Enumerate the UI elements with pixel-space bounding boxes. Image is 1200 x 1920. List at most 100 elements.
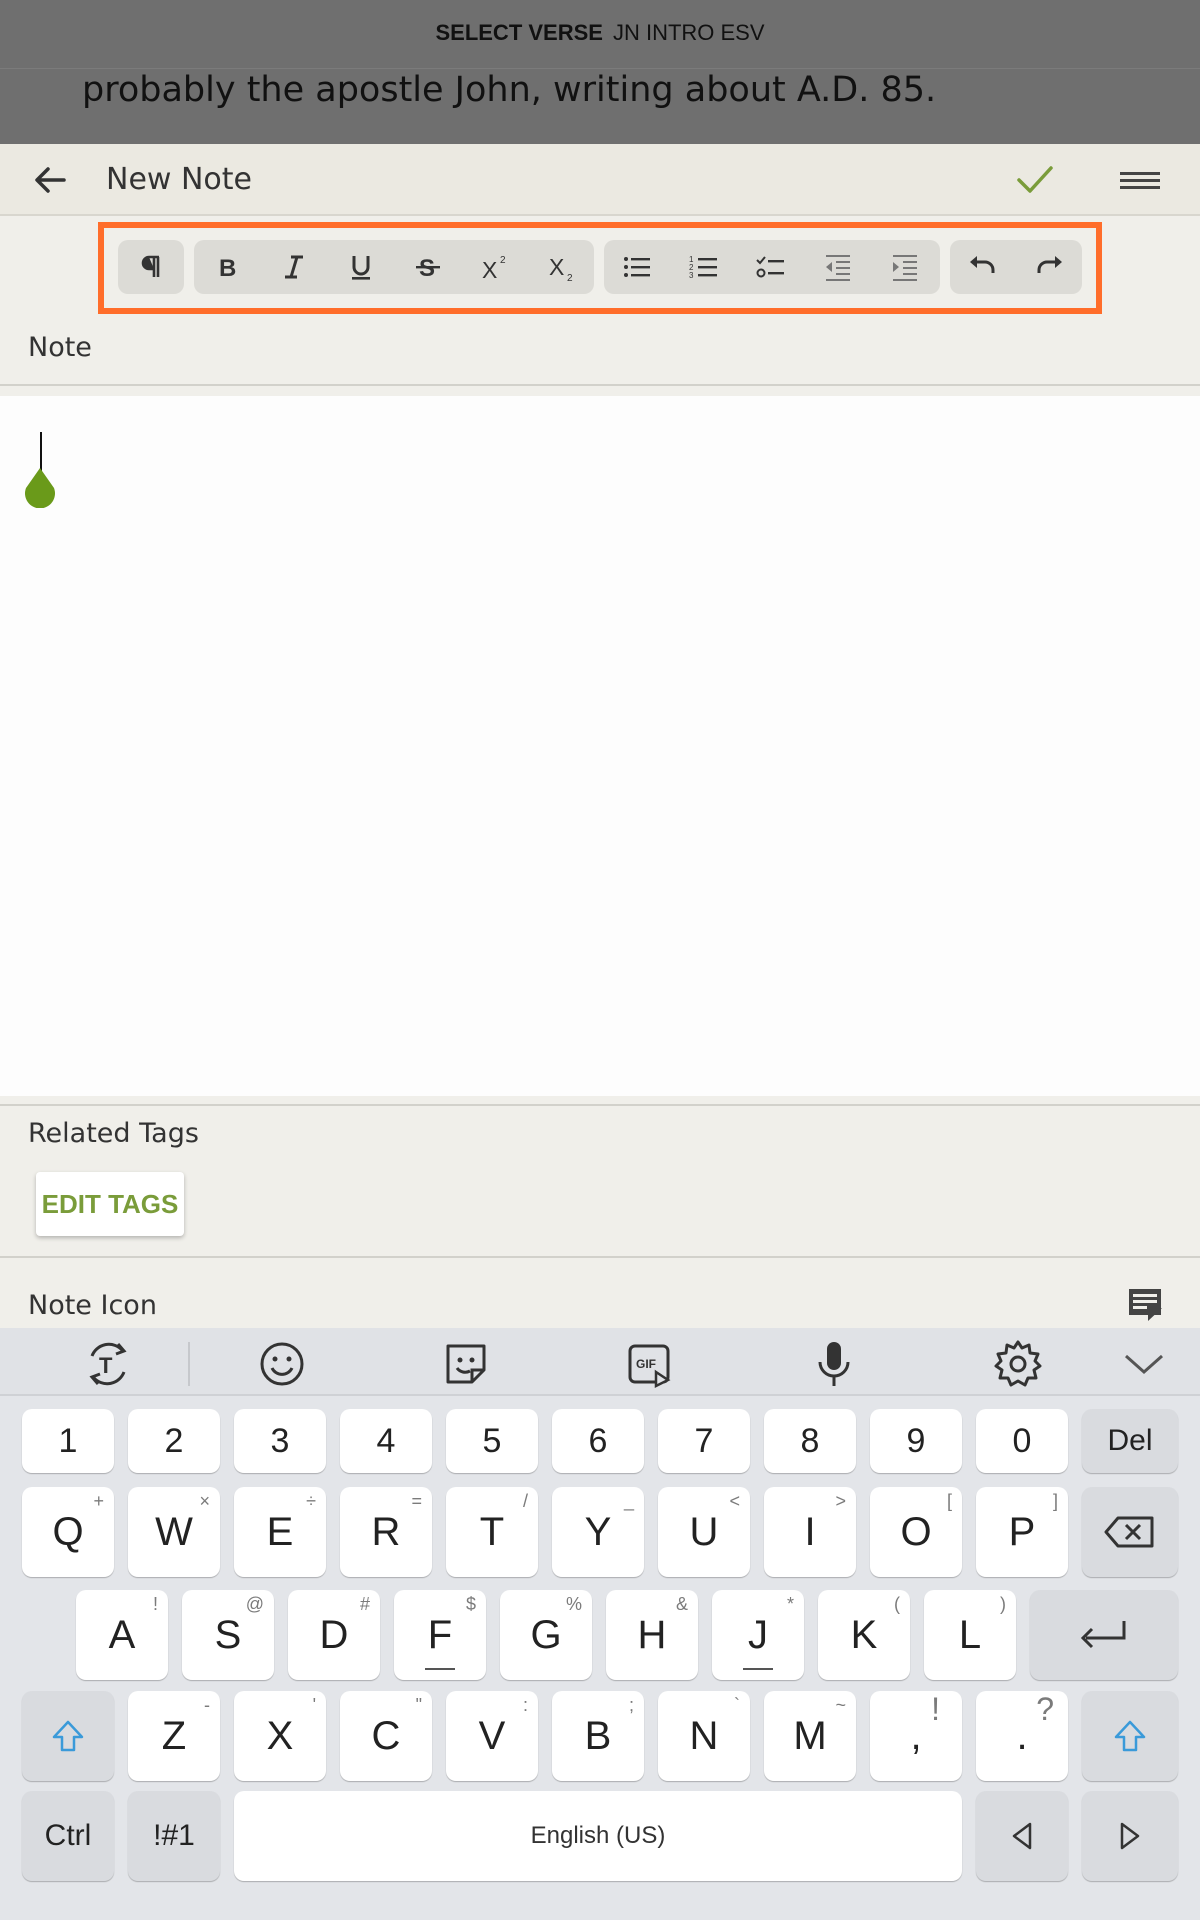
select-verse-label[interactable]: SELECT VERSE — [435, 20, 602, 45]
key-p[interactable]: P] — [976, 1487, 1068, 1577]
edit-tags-button[interactable]: EDIT TAGS — [36, 1172, 184, 1236]
shift-key-right[interactable] — [1082, 1691, 1178, 1781]
svg-text:S: S — [419, 255, 435, 282]
key-1[interactable]: 1 — [22, 1409, 114, 1473]
menu-icon[interactable] — [1118, 166, 1162, 194]
strikethrough-icon[interactable]: S — [401, 240, 455, 294]
svg-text:T: T — [99, 1353, 113, 1378]
backspace-key[interactable] — [1082, 1487, 1178, 1577]
key-k[interactable]: K( — [818, 1590, 910, 1680]
subscript-icon[interactable]: X2 — [535, 240, 589, 294]
key-a[interactable]: A! — [76, 1590, 168, 1680]
verse-header[interactable]: SELECT VERSE JN INTRO ESV — [0, 20, 1200, 46]
paragraph-icon[interactable] — [124, 240, 178, 294]
key-secondary: ) — [1000, 1594, 1006, 1614]
key-label: I — [804, 1509, 816, 1554]
numbered-list-icon[interactable]: 123 — [677, 240, 731, 294]
key-secondary: ! — [152, 1594, 158, 1614]
superscript-icon[interactable]: X2 — [468, 240, 522, 294]
collapse-icon[interactable] — [1116, 1338, 1172, 1390]
cursor-handle[interactable] — [22, 466, 58, 509]
note-editor[interactable] — [0, 396, 1200, 1096]
key-secondary: × — [199, 1491, 210, 1511]
key-x[interactable]: X ' — [234, 1691, 326, 1781]
key-u[interactable]: U < — [658, 1487, 750, 1577]
back-arrow-icon[interactable] — [30, 160, 70, 200]
key-i[interactable]: I > — [764, 1487, 856, 1577]
sticker-icon[interactable] — [438, 1338, 494, 1390]
key-label: G — [530, 1612, 562, 1657]
settings-icon[interactable] — [990, 1338, 1046, 1390]
key-secondary: ' — [312, 1695, 316, 1715]
key-t[interactable]: T / — [446, 1487, 538, 1577]
cursor-right-key[interactable] — [1082, 1791, 1178, 1881]
svg-text:X: X — [482, 257, 497, 283]
key-o[interactable]: O[ — [870, 1487, 962, 1577]
key-comma[interactable]: ,! — [870, 1691, 962, 1781]
outdent-icon[interactable] — [811, 240, 865, 294]
key-j[interactable]: J * — [712, 1590, 804, 1680]
key-label: F — [427, 1612, 453, 1657]
redo-icon[interactable] — [1022, 240, 1076, 294]
key-5[interactable]: 5 — [446, 1409, 538, 1473]
shift-key-left[interactable] — [22, 1691, 114, 1781]
keyboard-toolbar-separator — [188, 1342, 190, 1386]
key-v[interactable]: V: — [446, 1691, 538, 1781]
key-2[interactable]: 2 — [128, 1409, 220, 1473]
note-icon-divider — [0, 1256, 1200, 1258]
emoji-icon[interactable] — [254, 1338, 310, 1390]
delete-forward-key[interactable]: Del — [1082, 1409, 1178, 1473]
symbols-key[interactable]: !#1 — [128, 1791, 220, 1881]
bulleted-list-icon[interactable] — [610, 240, 664, 294]
key-s[interactable]: S @ — [182, 1590, 274, 1680]
key-q[interactable]: Q + — [22, 1487, 114, 1577]
key-label: T — [479, 1509, 505, 1554]
key-period[interactable]: .? — [976, 1691, 1068, 1781]
key-z[interactable]: Z- — [128, 1691, 220, 1781]
key-0[interactable]: 0 — [976, 1409, 1068, 1473]
key-h[interactable]: H & — [606, 1590, 698, 1680]
bold-icon[interactable]: B — [200, 240, 254, 294]
app-bar: New Note — [0, 144, 1200, 216]
key-label: K — [850, 1612, 878, 1657]
key-secondary: = — [411, 1491, 422, 1511]
key-secondary: & — [675, 1594, 688, 1614]
key-6[interactable]: 6 — [552, 1409, 644, 1473]
key-r[interactable]: R = — [340, 1487, 432, 1577]
key-m[interactable]: M ~ — [764, 1691, 856, 1781]
key-w[interactable]: W × — [128, 1487, 220, 1577]
key-secondary: ÷ — [306, 1491, 316, 1511]
gif-icon[interactable]: GIF — [622, 1338, 678, 1390]
key-d[interactable]: D # — [288, 1590, 380, 1680]
indent-icon[interactable] — [878, 240, 932, 294]
text-translate-icon[interactable]: T — [80, 1338, 136, 1390]
key-n[interactable]: N ` — [658, 1691, 750, 1781]
space-bar[interactable]: English (US) — [234, 1791, 962, 1881]
key-8[interactable]: 8 — [764, 1409, 856, 1473]
save-check-icon[interactable] — [1015, 162, 1055, 198]
enter-key[interactable] — [1030, 1590, 1178, 1680]
microphone-icon[interactable] — [806, 1338, 862, 1390]
verse-reference[interactable]: JN INTRO ESV — [613, 20, 765, 45]
italic-icon[interactable] — [267, 240, 321, 294]
key-b[interactable]: B; — [552, 1691, 644, 1781]
checklist-icon[interactable] — [744, 240, 798, 294]
cursor-left-key[interactable] — [976, 1791, 1068, 1881]
key-9[interactable]: 9 — [870, 1409, 962, 1473]
underline-icon[interactable] — [334, 240, 388, 294]
key-l[interactable]: L) — [924, 1590, 1016, 1680]
key-secondary: < — [729, 1491, 740, 1511]
key-e[interactable]: E ÷ — [234, 1487, 326, 1577]
undo-icon[interactable] — [956, 240, 1010, 294]
key-g[interactable]: G% — [500, 1590, 592, 1680]
ctrl-key[interactable]: Ctrl — [22, 1791, 114, 1881]
key-secondary: ] — [1052, 1491, 1058, 1511]
key-c[interactable]: C " — [340, 1691, 432, 1781]
key-7[interactable]: 7 — [658, 1409, 750, 1473]
key-f[interactable]: F $ — [394, 1590, 486, 1680]
note-icon[interactable] — [1128, 1288, 1164, 1322]
key-3[interactable]: 3 — [234, 1409, 326, 1473]
key-y[interactable]: Y _ — [552, 1487, 644, 1577]
key-4[interactable]: 4 — [340, 1409, 432, 1473]
key-secondary: : — [522, 1695, 528, 1715]
